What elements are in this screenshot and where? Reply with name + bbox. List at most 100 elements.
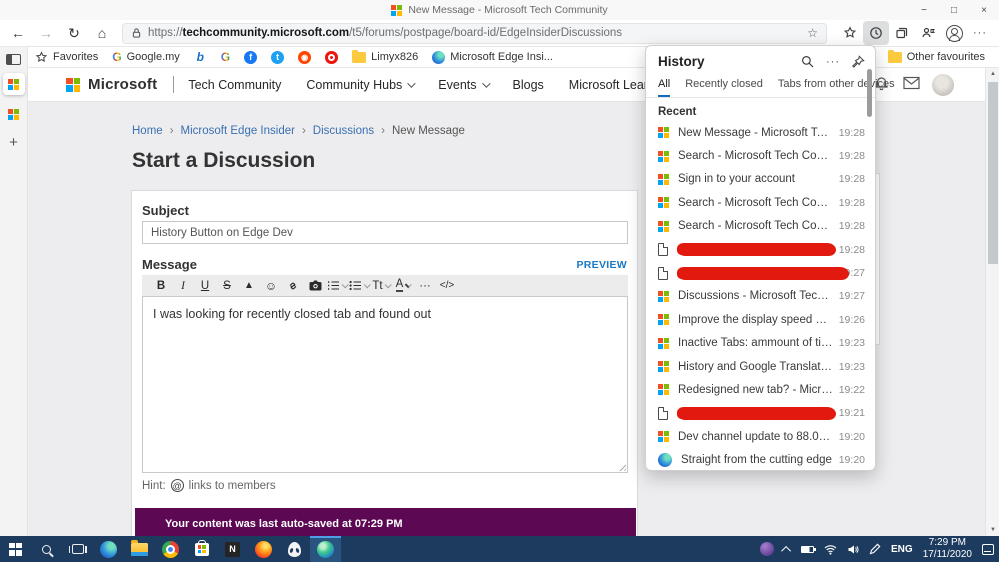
taskbar-edge[interactable] <box>93 536 124 562</box>
breadcrumb-discussions[interactable]: Discussions <box>313 125 374 137</box>
settings-menu-icon[interactable]: ··· <box>967 21 993 45</box>
spoiler-alert-button[interactable]: ▲ <box>238 275 260 296</box>
bookmark-edge-insider[interactable]: Microsoft Edge Insi... <box>425 47 560 68</box>
taskbar-file-explorer[interactable] <box>124 536 155 562</box>
bookmark-google-my[interactable]: G Google.my <box>105 47 187 68</box>
taskbar-clock[interactable]: 7:29 PM 17/11/2020 <box>918 536 977 562</box>
history-item-redacted[interactable]: 19:28 <box>646 238 875 261</box>
insert-photo-camera-button[interactable] <box>304 275 326 296</box>
bookmark-facebook[interactable]: f <box>237 47 264 68</box>
more-options-button[interactable]: ··· <box>414 275 436 296</box>
collections-icon[interactable] <box>889 21 915 45</box>
tab-all[interactable]: All <box>658 78 671 97</box>
history-item[interactable]: Straight from the cutting edge 19:20 <box>646 448 875 471</box>
tab-other-devices[interactable]: Tabs from other devices <box>778 78 895 97</box>
history-item[interactable]: Sign in to your account 19:28 <box>646 168 875 191</box>
bookmark-bing[interactable]: b <box>187 47 214 68</box>
user-avatar[interactable] <box>932 74 954 96</box>
scroll-down-arrow[interactable]: ▼ <box>986 527 999 533</box>
windows-ink-pen-icon[interactable] <box>864 536 886 562</box>
preview-link[interactable]: PREVIEW <box>576 259 627 271</box>
history-item[interactable]: New Message - Microsoft Tech Community19… <box>646 121 875 144</box>
bold-button[interactable]: B <box>150 275 172 296</box>
history-item[interactable]: Dev channel update to 88.0.692.0 is live… <box>646 425 875 448</box>
maximize-button[interactable]: □ <box>939 0 969 20</box>
taskbar-edge-dev-active[interactable] <box>310 536 341 562</box>
history-item[interactable]: Search - Microsoft Tech Community19:28 <box>646 215 875 238</box>
message-editor[interactable]: I was looking for recently closed tab an… <box>142 296 628 473</box>
history-item[interactable]: Search - Microsoft Tech Community19:28 <box>646 144 875 167</box>
wifi-icon[interactable] <box>819 536 842 562</box>
action-center-button[interactable] <box>977 536 999 562</box>
start-button[interactable] <box>0 536 31 562</box>
history-item-redacted[interactable]: 19:21 <box>646 402 875 425</box>
history-search-icon[interactable] <box>801 55 814 68</box>
taskbar-chrome[interactable] <box>155 536 186 562</box>
history-item[interactable]: Inactive Tabs: ammount of time to sleep … <box>646 332 875 355</box>
address-bar[interactable]: https://techcommunity.microsoft.com/t5/f… <box>122 22 827 44</box>
breadcrumb-edge-insider[interactable]: Microsoft Edge Insider <box>181 125 295 137</box>
breadcrumb-home[interactable]: Home <box>132 125 163 137</box>
language-indicator[interactable]: ENG <box>886 536 918 562</box>
text-size-button[interactable]: Tt <box>370 275 392 296</box>
bookmark-folder-limyx826[interactable]: Limyx826 <box>345 47 425 68</box>
volume-icon[interactable] <box>842 536 864 562</box>
tab-active[interactable] <box>2 73 25 95</box>
history-item[interactable]: Improve the display speed of the pages v… <box>646 308 875 331</box>
favorites-menu[interactable]: Favorites <box>28 47 105 68</box>
bookmark-red-site[interactable] <box>318 47 345 68</box>
history-scrollbar-thumb[interactable] <box>867 69 872 117</box>
history-item[interactable]: History and Google Translator - Microsof… <box>646 355 875 378</box>
other-favourites[interactable]: Other favourites <box>881 47 999 68</box>
nav-blogs[interactable]: Blogs <box>513 78 544 92</box>
nav-community-hubs[interactable]: Community Hubs <box>306 78 416 92</box>
bookmark-twitter[interactable]: t <box>264 47 291 68</box>
refresh-button[interactable]: ↻ <box>60 25 88 42</box>
forward-button[interactable]: → <box>32 25 60 41</box>
favorites-icon[interactable] <box>837 21 863 45</box>
history-item[interactable]: Search - Microsoft Tech Community19:28 <box>646 191 875 214</box>
italic-button[interactable]: I <box>172 275 194 296</box>
subject-input[interactable] <box>142 221 628 244</box>
history-item-redacted[interactable]: 19:27 <box>646 261 875 284</box>
taskbar-store[interactable] <box>186 536 217 562</box>
vertical-tabs-toggle-icon[interactable] <box>6 54 21 65</box>
profile-avatar[interactable] <box>941 21 967 45</box>
back-button[interactable]: ← <box>4 25 32 41</box>
battery-icon[interactable] <box>796 536 819 562</box>
nav-events[interactable]: Events <box>438 78 491 92</box>
history-item[interactable]: Redesigned new tab? - Microsoft Tech Com… <box>646 378 875 401</box>
bookmark-reddit[interactable]: ◉ <box>291 47 318 68</box>
history-more-icon[interactable]: ··· <box>826 56 840 68</box>
task-view-button[interactable] <box>62 536 93 562</box>
tab-recently-closed[interactable]: Recently closed <box>685 78 763 97</box>
scrollbar-thumb[interactable] <box>988 82 998 264</box>
strikethrough-button[interactable]: S <box>216 275 238 296</box>
home-button[interactable]: ⌂ <box>88 25 116 41</box>
code-view-button[interactable]: </> <box>436 275 458 296</box>
close-button[interactable]: × <box>969 0 999 20</box>
taskbar-notion[interactable]: N <box>217 536 248 562</box>
taskbar-firefox[interactable] <box>248 536 279 562</box>
history-pin-icon[interactable] <box>852 55 865 68</box>
microsoft-logo[interactable]: Microsoft <box>66 76 157 93</box>
underline-button[interactable]: U <box>194 275 216 296</box>
scroll-up-arrow[interactable]: ▲ <box>986 71 999 77</box>
tray-app-icon[interactable] <box>755 536 779 562</box>
font-color-button[interactable]: A <box>392 275 414 296</box>
bookmark-google[interactable]: G <box>214 47 237 68</box>
history-item[interactable]: Discussions - Microsoft Tech Community19… <box>646 285 875 308</box>
feedback-icon[interactable] <box>915 21 941 45</box>
messages-mail-icon[interactable] <box>903 76 920 90</box>
show-hidden-icons[interactable] <box>779 536 796 562</box>
insert-link-button[interactable] <box>282 275 304 296</box>
new-tab-button[interactable]: + <box>9 135 18 150</box>
add-favorite-star-icon[interactable]: ☆ <box>807 26 818 40</box>
nav-tech-community[interactable]: Tech Community <box>188 78 281 92</box>
emoji-button[interactable]: ☺ <box>260 275 282 296</box>
minimize-button[interactable]: − <box>909 0 939 20</box>
taskbar-search[interactable] <box>31 536 62 562</box>
page-scrollbar[interactable]: ▲ ▼ <box>985 68 999 536</box>
history-icon[interactable] <box>863 21 889 45</box>
tab-background[interactable] <box>3 103 25 125</box>
